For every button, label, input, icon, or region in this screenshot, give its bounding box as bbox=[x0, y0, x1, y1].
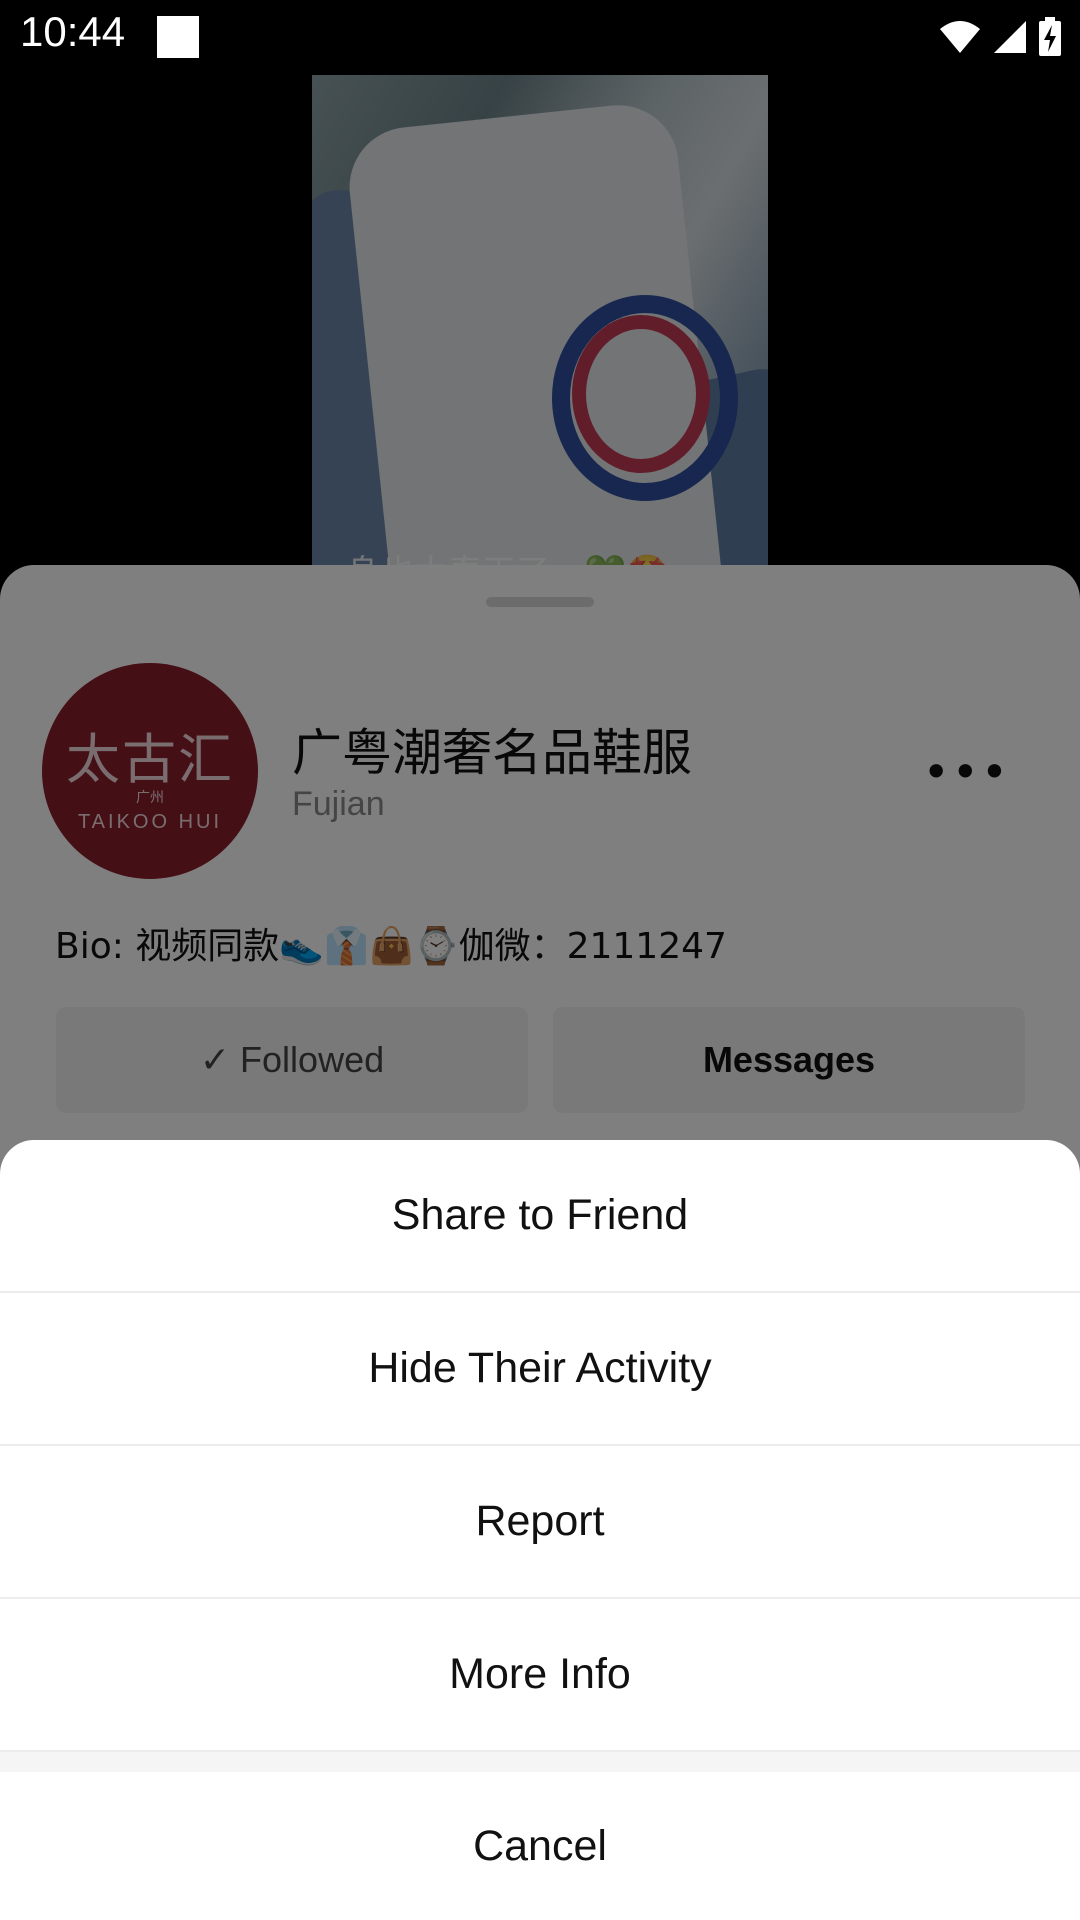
notification-icon bbox=[157, 16, 199, 58]
hide-their-activity-button[interactable]: Hide Their Activity bbox=[0, 1293, 1080, 1446]
share-to-friend-button[interactable]: Share to Friend bbox=[0, 1140, 1080, 1293]
status-time: 10:44 bbox=[20, 8, 126, 55]
status-icons bbox=[938, 16, 1062, 58]
cellular-signal-icon bbox=[994, 21, 1026, 53]
divider bbox=[0, 1752, 1080, 1772]
cancel-button[interactable]: Cancel bbox=[0, 1772, 1080, 1920]
report-button[interactable]: Report bbox=[0, 1446, 1080, 1599]
battery-charging-icon bbox=[1039, 17, 1061, 56]
action-sheet: Share to Friend Hide Their Activity Repo… bbox=[0, 1140, 1080, 1920]
status-bar: 10:44 bbox=[0, 0, 1080, 75]
more-info-button[interactable]: More Info bbox=[0, 1599, 1080, 1752]
wifi-icon bbox=[940, 21, 980, 53]
